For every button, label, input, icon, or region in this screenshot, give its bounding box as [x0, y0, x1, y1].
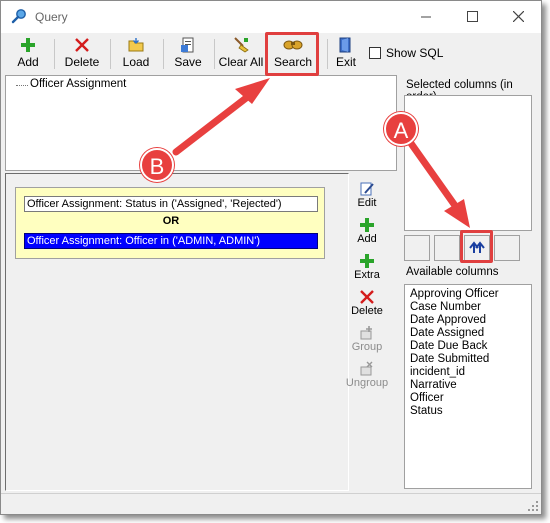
arrow-b-line — [172, 91, 254, 156]
arrow-a-head — [444, 199, 470, 228]
arrow-a-line — [406, 138, 460, 211]
callout-a: A — [384, 112, 418, 146]
annotation-arrows — [172, 78, 470, 228]
callout-b: B — [140, 148, 174, 182]
